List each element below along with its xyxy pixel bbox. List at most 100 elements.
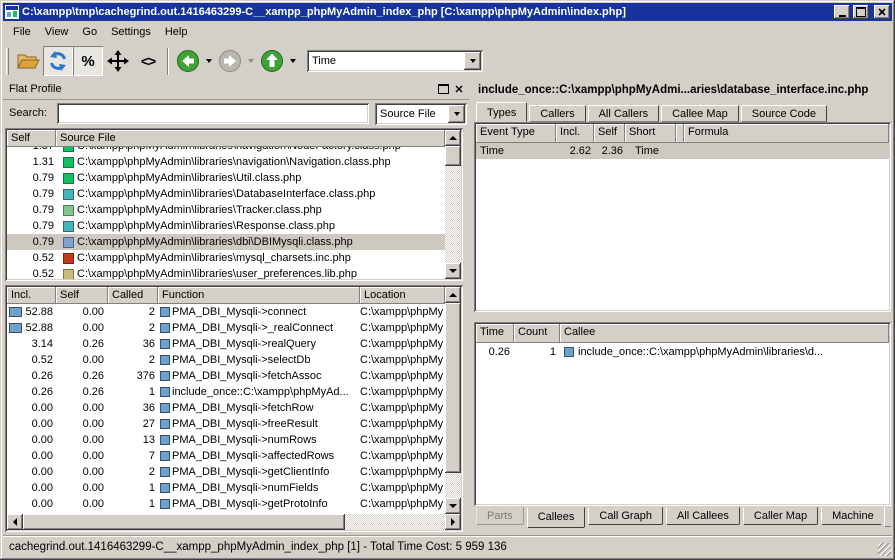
column-header-self[interactable]: Self	[7, 130, 56, 147]
function-row[interactable]: 52.88 0.00 2 PMA_DBI_Mysqli->connect C:\…	[7, 304, 445, 320]
column-header-self[interactable]: Self	[594, 124, 625, 143]
file-row[interactable]: 0.79 C:\xampp\phpMyAdmin\libraries\dbi\D…	[7, 234, 445, 250]
bottom-tab[interactable]: Call Graph	[588, 507, 663, 525]
dock-float-icon[interactable]	[438, 84, 449, 94]
cycle-detection-button[interactable]: <>	[133, 46, 163, 76]
function-row[interactable]: 0.26 0.26 376 PMA_DBI_Mysqli->fetchAssoc…	[7, 368, 445, 384]
scroll-down-button[interactable]	[445, 498, 461, 514]
reload-button[interactable]	[43, 46, 73, 76]
info-tab[interactable]: All Callers	[588, 105, 660, 122]
search-input[interactable]	[57, 103, 369, 124]
scrollbar-track[interactable]	[445, 473, 461, 498]
up-button[interactable]	[257, 46, 287, 76]
info-tab[interactable]: Callee Map	[661, 105, 739, 122]
combo-arrow-button[interactable]	[448, 105, 465, 123]
column-header-callee[interactable]: Callee	[560, 324, 889, 343]
bottom-tab[interactable]: Callees	[527, 507, 586, 528]
function-table-vertical-scrollbar[interactable]	[445, 287, 461, 514]
back-button[interactable]	[173, 46, 203, 76]
self-value: 0.00	[56, 466, 108, 478]
column-header-function[interactable]: Function	[158, 287, 360, 304]
menu-item[interactable]: View	[38, 23, 76, 41]
column-header-called[interactable]: Called	[108, 287, 158, 304]
scroll-right-button[interactable]	[445, 514, 461, 530]
scrollbar-track[interactable]	[345, 514, 445, 530]
function-row[interactable]: 3.14 0.26 36 PMA_DBI_Mysqli->realQuery C…	[7, 336, 445, 352]
scroll-up-button[interactable]	[445, 287, 461, 303]
forward-button[interactable]	[215, 46, 245, 76]
scroll-up-button[interactable]	[445, 130, 461, 146]
file-row[interactable]: 1.31 C:\xampp\phpMyAdmin\libraries\navig…	[7, 154, 445, 170]
info-tab[interactable]: Types	[476, 102, 527, 122]
column-header-formula[interactable]: Formula	[684, 124, 889, 143]
group-by-selector[interactable]: Source File	[375, 103, 467, 125]
column-header-count[interactable]: Count	[514, 324, 560, 343]
file-row[interactable]: 0.79 C:\xampp\phpMyAdmin\libraries\Util.…	[7, 170, 445, 186]
function-table-horizontal-scrollbar[interactable]	[7, 514, 461, 530]
scrollbar-track[interactable]	[445, 166, 461, 263]
bottom-tab[interactable]: Machine	[821, 507, 881, 525]
scrollbar-thumb[interactable]	[445, 146, 461, 166]
toolbar-drag-handle[interactable]	[6, 48, 9, 75]
scrollbar-thumb[interactable]	[445, 303, 461, 473]
open-file-button[interactable]	[13, 46, 43, 76]
scroll-down-button[interactable]	[445, 263, 461, 279]
percent-relative-button[interactable]: %	[73, 46, 103, 76]
back-history-caret[interactable]	[203, 46, 215, 76]
combo-arrow-button[interactable]	[464, 52, 481, 70]
function-row[interactable]: 0.00 0.00 7 PMA_DBI_Mysqli->affectedRows…	[7, 448, 445, 464]
file-list-vertical-scrollbar[interactable]	[445, 130, 461, 279]
file-row[interactable]: 1.37 C:\xampp\phpMyAdmin\libraries\navig…	[7, 147, 445, 154]
info-tab[interactable]: Callers	[529, 105, 585, 122]
column-header-incl[interactable]: Incl.	[556, 124, 594, 143]
scroll-left-button[interactable]	[7, 514, 23, 530]
function-row[interactable]: 0.00 0.00 1 PMA_DBI_Mysqli->numFields C:…	[7, 480, 445, 496]
file-row[interactable]: 0.79 C:\xampp\phpMyAdmin\libraries\Datab…	[7, 186, 445, 202]
bottom-tab[interactable]: All Callees	[666, 507, 740, 525]
column-header-self[interactable]: Self	[56, 287, 108, 304]
function-row[interactable]: 0.26 0.26 1 include_once::C:\xampp\phpMy…	[7, 384, 445, 400]
function-row[interactable]: 0.00 0.00 27 PMA_DBI_Mysqli->freeResult …	[7, 416, 445, 432]
column-header-event-type[interactable]: Event Type	[476, 124, 556, 143]
function-cell: include_once::C:\xampp\phpMyAd...	[158, 386, 360, 398]
menu-item[interactable]: File	[6, 23, 38, 41]
column-header-location[interactable]: Location	[360, 287, 445, 304]
minimize-button[interactable]	[834, 5, 850, 19]
function-row[interactable]: 0.00 0.00 1 PMA_DBI_Mysqli->getProtoInfo…	[7, 496, 445, 512]
info-tab[interactable]: Source Code	[741, 105, 827, 122]
location-value: C:\xampp\phpMy	[360, 354, 445, 366]
column-header-source-file[interactable]: Source File	[56, 130, 445, 147]
event-type-selector[interactable]: Time	[307, 50, 483, 72]
event-type-row[interactable]: Time 2.62 2.36 Time	[476, 143, 889, 159]
forward-history-caret[interactable]	[245, 46, 257, 76]
function-row[interactable]: 0.00 0.00 13 PMA_DBI_Mysqli->numRows C:\…	[7, 432, 445, 448]
function-row[interactable]: 0.52 0.00 2 PMA_DBI_Mysqli->selectDb C:\…	[7, 352, 445, 368]
function-row[interactable]: 0.00 0.00 36 PMA_DBI_Mysqli->fetchRow C:…	[7, 400, 445, 416]
file-row[interactable]: 0.79 C:\xampp\phpMyAdmin\libraries\Track…	[7, 202, 445, 218]
menu-item[interactable]: Go	[75, 23, 104, 41]
file-row[interactable]: 0.79 C:\xampp\phpMyAdmin\libraries\Respo…	[7, 218, 445, 234]
function-row[interactable]: 0.00 0.00 2 PMA_DBI_Mysqli->getClientInf…	[7, 464, 445, 480]
file-row[interactable]: 0.52 C:\xampp\phpMyAdmin\libraries\mysql…	[7, 250, 445, 266]
column-header-incl[interactable]: Incl.	[7, 287, 56, 304]
called-value: 1	[108, 386, 158, 398]
resize-grip[interactable]	[878, 543, 891, 556]
menu-item[interactable]: Help	[158, 23, 195, 41]
file-row[interactable]: 0.52 C:\xampp\phpMyAdmin\libraries\user_…	[7, 266, 445, 279]
callee-row[interactable]: 0.26 1 include_once::C:\xampp\phpMyAdmin…	[476, 343, 889, 360]
incl-cell: 52.88	[7, 322, 56, 334]
maximize-button[interactable]	[853, 5, 869, 19]
column-header-time[interactable]: Time	[476, 324, 514, 343]
menu-item[interactable]: Settings	[104, 23, 158, 41]
dock-close-icon[interactable]	[455, 85, 463, 93]
scrollbar-thumb[interactable]	[23, 514, 345, 530]
bottom-tab[interactable]: Caller Map	[743, 507, 818, 525]
column-header-short[interactable]: Short	[625, 124, 676, 143]
bottom-tab[interactable]: Parts	[476, 507, 524, 525]
location-value: C:\xampp\phpMy	[360, 306, 445, 318]
expand-all-button[interactable]	[103, 46, 133, 76]
close-button[interactable]	[874, 5, 890, 19]
function-row[interactable]: 52.88 0.00 2 PMA_DBI_Mysqli->_realConnec…	[7, 320, 445, 336]
up-history-caret[interactable]	[287, 46, 299, 76]
tab-scroll-left-button[interactable]	[884, 507, 891, 527]
